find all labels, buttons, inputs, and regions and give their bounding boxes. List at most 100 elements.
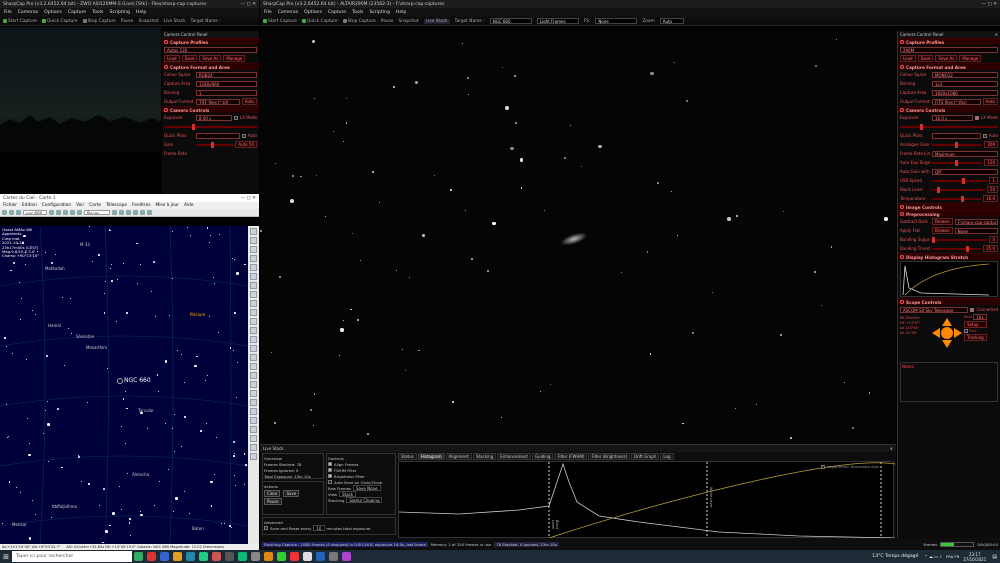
profile-save-button[interactable]: Save — [917, 55, 934, 62]
flat-select[interactable]: None — [954, 227, 998, 234]
tab-drift-graph[interactable]: Drift Graph — [631, 453, 660, 460]
pause-button[interactable]: Pause — [121, 19, 134, 24]
main-pause-button[interactable]: Pause — [381, 19, 394, 24]
profile-load-button[interactable]: Load — [900, 55, 916, 62]
fit-select[interactable]: None — [595, 18, 638, 24]
sharpcap-icon[interactable] — [277, 552, 286, 561]
cdc-side-button[interactable] — [250, 246, 257, 253]
main-image-view[interactable] — [260, 31, 896, 444]
cdc-side-button[interactable] — [250, 345, 257, 352]
live-stack-button[interactable]: Live Stack — [164, 19, 186, 24]
app-icon[interactable] — [238, 552, 247, 561]
left-profile-save-button[interactable]: Save — [181, 55, 198, 62]
image-controls-header[interactable]: Image Controls — [898, 203, 1000, 210]
menu-tools[interactable]: Tools — [92, 10, 103, 15]
cdc-side-button[interactable] — [250, 399, 257, 406]
tool-icon[interactable] — [112, 210, 117, 215]
weather-widget[interactable]: 13°C Temps dégagé — [872, 554, 918, 559]
colour-space-select[interactable]: MONO12 — [932, 71, 998, 78]
language-indicator[interactable]: FRA FR — [946, 554, 959, 559]
usb-speed-value[interactable]: 1 — [989, 177, 998, 184]
capture-area-select[interactable]: 1920x1080 — [932, 89, 998, 96]
frame-rate-limit-select[interactable]: Maximum — [932, 150, 998, 157]
cdc-menu-aide[interactable]: Aide — [184, 203, 194, 208]
main-quick-capture-button[interactable]: Quick Capture — [301, 19, 338, 24]
cdc-search-input[interactable]: ngc 660 — [23, 210, 47, 215]
format-auto-button[interactable]: Auto — [982, 98, 998, 105]
tool-icon[interactable] — [49, 210, 54, 215]
flat-browse-button[interactable]: Browse — [932, 227, 953, 234]
histogram-view[interactable]: Logarithmic Horizontal Axis Black Level … — [398, 461, 896, 539]
dark-browse-button[interactable]: Browse — [932, 218, 953, 225]
cdc-side-button[interactable] — [250, 228, 257, 235]
close-icon[interactable]: ✕ — [890, 446, 893, 451]
tool-icon[interactable] — [140, 210, 145, 215]
label-ngc-660[interactable]: NGC 660 — [124, 377, 151, 384]
tab-histogram[interactable]: Histogram — [417, 453, 445, 460]
cdc-side-button[interactable] — [250, 327, 257, 334]
cdc-side-button[interactable] — [250, 255, 257, 262]
move-north-icon[interactable] — [942, 318, 952, 326]
start-capture-button[interactable]: Start Capture — [3, 19, 37, 24]
edge-icon[interactable] — [160, 552, 169, 561]
cdc-side-button[interactable] — [250, 300, 257, 307]
auto-gain-select[interactable]: Off — [932, 168, 998, 175]
left-profile-select[interactable]: Autos 120 — [164, 46, 257, 53]
lx-mode-checkbox[interactable] — [974, 115, 979, 120]
target-name-input[interactable]: NGC 660 — [489, 18, 532, 24]
taskbar-search[interactable]: Taper ici pour rechercher — [12, 551, 132, 562]
cdc-side-button[interactable] — [250, 291, 257, 298]
tab-enhancement[interactable]: Enhancement — [497, 453, 531, 460]
cdc-side-button[interactable] — [250, 273, 257, 280]
auto-save-checkbox[interactable] — [328, 480, 332, 484]
tool-icon[interactable] — [16, 210, 21, 215]
move-west-icon[interactable] — [932, 328, 940, 338]
tool-icon[interactable] — [56, 210, 61, 215]
cdc-window-controls[interactable]: — ▢ ✕ — [241, 196, 256, 201]
tool-icon[interactable] — [63, 210, 68, 215]
store-icon[interactable] — [186, 552, 195, 561]
zoom-select[interactable]: Auto — [659, 18, 684, 24]
save-reset-checkbox[interactable] — [264, 526, 268, 530]
tracking-button[interactable]: Tracking — [964, 334, 987, 341]
main-menu-help[interactable]: Help — [396, 10, 406, 15]
cartes-du-ciel-icon[interactable] — [316, 552, 325, 561]
tab-alignment[interactable]: Alignment — [445, 453, 472, 460]
binning-select[interactable]: 1x1 — [932, 80, 998, 87]
stack-pause-button[interactable]: Pause — [264, 498, 282, 505]
cdc-side-button[interactable] — [250, 282, 257, 289]
banding-threshold-slider[interactable] — [932, 245, 982, 252]
cdc-side-button[interactable] — [250, 417, 257, 424]
notes-box[interactable]: Notes — [900, 362, 998, 402]
rate-select[interactable]: 16x — [973, 314, 987, 320]
banding-slider[interactable] — [932, 236, 988, 243]
cdc-side-button[interactable] — [250, 408, 257, 415]
stop-slew-icon[interactable] — [941, 327, 953, 339]
main-start-capture-button[interactable]: Start Capture — [263, 19, 297, 24]
exposure-slider[interactable] — [900, 123, 998, 130]
tool-icon[interactable] — [119, 210, 124, 215]
fwhm-filter-checkbox[interactable] — [328, 468, 332, 472]
task-view-icon[interactable] — [134, 552, 143, 561]
banding-value[interactable]: 0 — [989, 236, 998, 243]
auto-exp-target-slider[interactable] — [932, 159, 983, 166]
main-menu-cameras[interactable]: Cameras — [278, 10, 298, 15]
app-icon[interactable] — [264, 552, 273, 561]
mount-select[interactable]: ASCOM SX Sky Telescope — [900, 306, 969, 313]
menu-capture[interactable]: Capture — [68, 10, 86, 15]
cdc-menu-fichier[interactable]: Fichier — [3, 203, 17, 208]
capture-profiles-header[interactable]: Capture Profiles — [898, 38, 1000, 45]
cdc-menu-configuration[interactable]: Configuration — [42, 203, 71, 208]
tab-stacking[interactable]: Stacking — [473, 453, 497, 460]
main-menu-capture[interactable]: Capture — [328, 10, 346, 15]
cdc-menu-voir[interactable]: Voir — [76, 203, 84, 208]
panel-close-icon[interactable]: ✕ — [995, 32, 998, 37]
lx-mode-checkbox[interactable] — [233, 115, 238, 120]
windows-start-icon[interactable]: ⊞ — [0, 553, 12, 561]
app-icon[interactable] — [225, 552, 234, 561]
clock[interactable]: 23:17 27/10/2021 — [963, 552, 986, 562]
menu-help[interactable]: Help — [136, 10, 146, 15]
tab-filter-fwhm[interactable]: Filter (FWHM) — [554, 453, 588, 460]
cdc-side-button[interactable] — [250, 264, 257, 271]
auto-exposure-checkbox[interactable] — [982, 133, 987, 138]
